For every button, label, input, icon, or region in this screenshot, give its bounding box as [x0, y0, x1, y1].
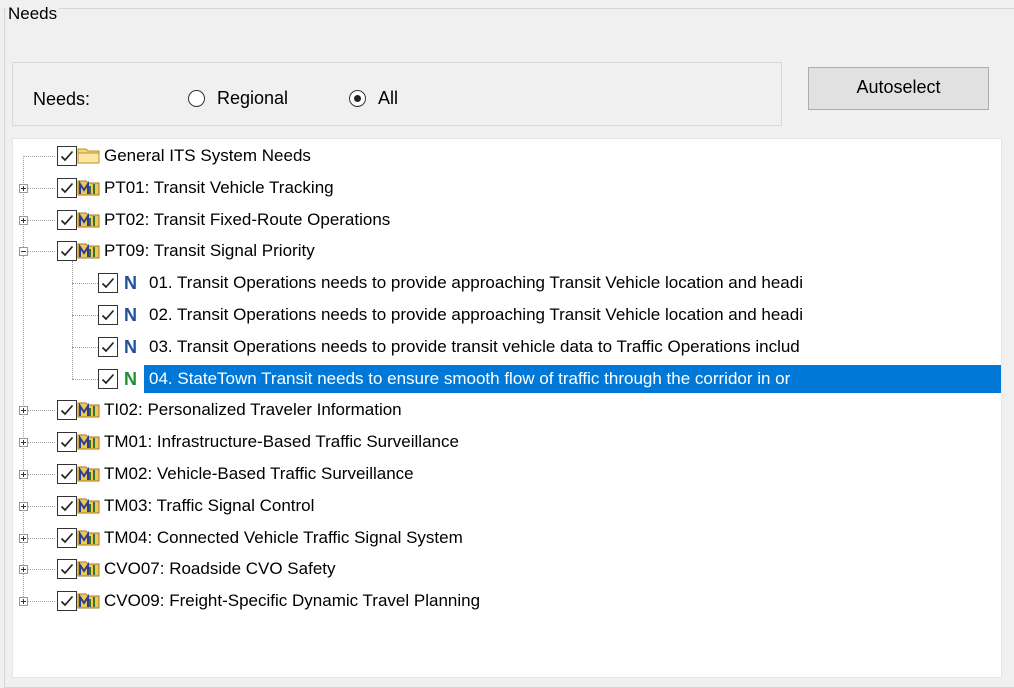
expand-icon[interactable] — [19, 597, 28, 607]
expand-icon[interactable] — [19, 215, 28, 225]
all-radio[interactable]: All — [349, 88, 398, 109]
tree-node-label[interactable]: PT09: Transit Signal Priority — [104, 241, 315, 261]
tree-node-checkbox[interactable] — [57, 432, 77, 453]
tree-connector — [23, 156, 55, 157]
needs-tree[interactable]: General ITS System Needs PT01: Transit Ve… — [12, 138, 1002, 678]
tree-node-label[interactable]: PT01: Transit Vehicle Tracking — [104, 178, 334, 198]
tree-node-checkbox[interactable] — [57, 146, 77, 166]
need-item-checkbox[interactable] — [98, 273, 118, 294]
tree-node[interactable]: PT02: Transit Fixed-Route Operations — [13, 204, 1001, 236]
need-item[interactable]: N 03. Transit Operations needs to provide… — [13, 331, 1001, 363]
tree-connector — [72, 283, 98, 285]
tree-node-label[interactable]: CVO07: Roadside CVO Safety — [104, 559, 336, 579]
needs-filter-panel: Needs: Regional All — [12, 62, 782, 126]
tree-node-label[interactable]: TM03: Traffic Signal Control — [104, 496, 314, 516]
tree-node-checkbox[interactable] — [57, 527, 77, 548]
tree-node[interactable]: TM01: Infrastructure-Based Traffic Surve… — [13, 426, 1001, 458]
tree-node[interactable]: PT09: Transit Signal Priority — [13, 235, 1001, 267]
regional-radio-circle[interactable] — [188, 90, 205, 107]
all-radio-label[interactable]: All — [378, 88, 398, 109]
tree-node-checkbox[interactable] — [57, 400, 77, 421]
need-icon: N — [124, 273, 137, 294]
need-item-label[interactable]: 01. Transit Operations needs to provide … — [149, 273, 803, 293]
needs-group-title: Needs — [6, 4, 60, 24]
expand-icon[interactable] — [19, 501, 28, 511]
tree-connector — [72, 261, 73, 379]
expand-icon[interactable] — [19, 183, 28, 193]
tree-node-label[interactable]: General ITS System Needs — [104, 146, 311, 166]
tree-node-label[interactable]: PT02: Transit Fixed-Route Operations — [104, 210, 390, 230]
expand-icon[interactable] — [19, 470, 28, 479]
expand-icon[interactable] — [19, 565, 28, 575]
tree-node-checkbox[interactable] — [57, 464, 77, 484]
service-package-icon — [77, 431, 101, 451]
need-item[interactable]: N 04. StateTown Transit needs to ensure s… — [13, 363, 1001, 395]
need-item[interactable]: N 02. Transit Operations needs to provide… — [13, 299, 1001, 331]
regional-radio-label[interactable]: Regional — [217, 88, 288, 109]
need-item-label[interactable]: 02. Transit Operations needs to provide … — [149, 305, 803, 325]
tree-node[interactable]: TI02: Personalized Traveler Information — [13, 394, 1001, 426]
service-package-icon — [77, 527, 101, 547]
needs-filter-label: Needs: — [33, 89, 91, 109]
need-icon: N — [124, 336, 137, 357]
tree-node-label[interactable]: CVO09: Freight-Specific Dynamic Travel P… — [104, 591, 480, 611]
tree-node[interactable]: CVO09: Freight-Specific Dynamic Travel P… — [13, 585, 1001, 617]
expand-icon[interactable] — [19, 406, 28, 416]
tree-node-checkbox[interactable] — [57, 559, 77, 580]
need-item-label[interactable]: 03. Transit Operations needs to provide … — [149, 337, 800, 357]
tree-node-label[interactable]: TI02: Personalized Traveler Information — [104, 400, 402, 420]
folder-icon — [77, 145, 101, 165]
tree-connector — [72, 346, 98, 348]
service-package-icon — [77, 590, 101, 610]
tree-connector — [72, 378, 98, 380]
expand-icon[interactable] — [19, 533, 28, 543]
service-package-icon — [77, 177, 101, 197]
tree-node[interactable]: CVO07: Roadside CVO Safety — [13, 553, 1001, 585]
collapse-icon[interactable] — [19, 247, 28, 257]
tree-node[interactable]: PT01: Transit Vehicle Tracking — [13, 172, 1001, 204]
need-item-checkbox[interactable] — [98, 305, 118, 325]
autoselect-button[interactable]: Autoselect — [808, 67, 989, 110]
tree-node-label[interactable]: TM04: Connected Vehicle Traffic Signal S… — [104, 528, 463, 548]
tree-node-checkbox[interactable] — [57, 495, 77, 516]
service-package-icon — [77, 399, 101, 419]
need-icon: N — [124, 368, 137, 389]
need-item-checkbox[interactable] — [98, 368, 118, 389]
all-radio-circle[interactable] — [349, 90, 366, 107]
expand-icon[interactable] — [19, 438, 28, 448]
tree-node-checkbox[interactable] — [57, 241, 77, 262]
need-icon: N — [124, 305, 137, 325]
tree-node-checkbox[interactable] — [57, 591, 77, 612]
tree-node[interactable]: General ITS System Needs — [13, 140, 1001, 172]
tree-node-label[interactable]: TM01: Infrastructure-Based Traffic Surve… — [104, 432, 459, 452]
tree-node[interactable]: TM04: Connected Vehicle Traffic Signal S… — [13, 522, 1001, 554]
service-package-icon — [77, 558, 101, 578]
service-package-icon — [77, 240, 101, 260]
need-item-checkbox[interactable] — [98, 336, 118, 357]
service-package-icon — [77, 209, 101, 229]
tree-node[interactable]: TM03: Traffic Signal Control — [13, 490, 1001, 522]
need-item-label[interactable]: 04. StateTown Transit needs to ensure sm… — [149, 369, 790, 389]
regional-radio[interactable]: Regional — [188, 88, 288, 109]
tree-node-checkbox[interactable] — [57, 209, 77, 230]
tree-node[interactable]: TM02: Vehicle-Based Traffic Surveillance — [13, 458, 1001, 490]
service-package-icon — [77, 495, 101, 515]
service-package-icon — [77, 463, 101, 483]
tree-node-label[interactable]: TM02: Vehicle-Based Traffic Surveillance — [104, 464, 414, 484]
tree-node-checkbox[interactable] — [57, 177, 77, 198]
tree-connector — [72, 315, 98, 316]
need-item[interactable]: N 01. Transit Operations needs to provide… — [13, 267, 1001, 299]
